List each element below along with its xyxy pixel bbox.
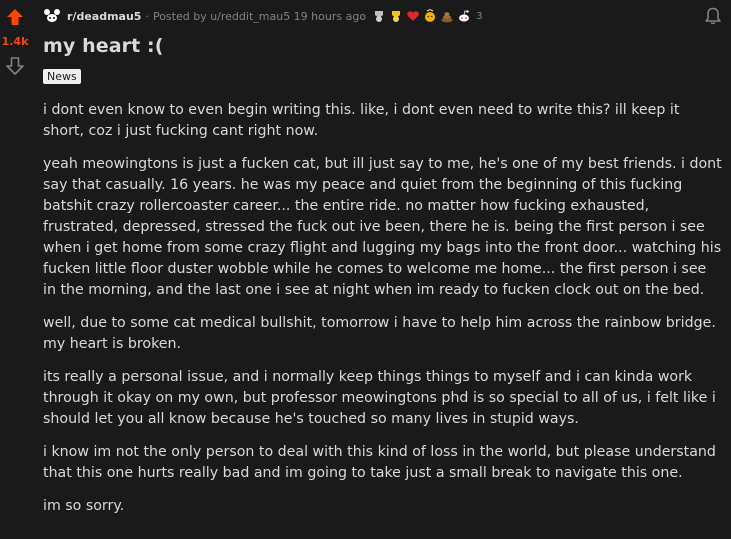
- award-count: 3: [476, 10, 483, 22]
- upvote-button[interactable]: [4, 6, 26, 28]
- vote-score: 1.4k: [1, 35, 29, 48]
- post-paragraph: i know im not the only person to deal wi…: [43, 444, 716, 481]
- downvote-button[interactable]: [4, 55, 26, 77]
- posted-by-text[interactable]: Posted by u/reddit_mau5 19 hours ago: [153, 10, 366, 23]
- post-title[interactable]: my heart :(: [43, 35, 163, 57]
- wholesome-award-icon: [423, 9, 437, 23]
- bell-icon: [705, 7, 721, 25]
- heart-award-icon: [406, 9, 420, 23]
- post-paragraph: its really a personal issue, and i norma…: [43, 369, 716, 427]
- silver-award-icon: [372, 9, 386, 23]
- post-paragraph: yeah meowingtons is just a fucken cat, b…: [43, 156, 722, 298]
- downvote-arrow-icon: [6, 57, 24, 75]
- awards-row[interactable]: 3: [372, 9, 482, 23]
- post-meta: r/deadmau5 · Posted by u/reddit_mau5 19 …: [43, 5, 482, 27]
- gold-award-icon: [389, 9, 403, 23]
- post-body: i dont even know to even begin writing t…: [43, 100, 723, 529]
- subreddit-icon[interactable]: [43, 7, 61, 25]
- poop-award-icon: [440, 9, 454, 23]
- post-paragraph: i dont even know to even begin writing t…: [43, 102, 680, 139]
- upvote-arrow-icon: [7, 9, 23, 25]
- notification-bell-button[interactable]: [703, 6, 723, 26]
- post-flair[interactable]: News: [43, 69, 81, 84]
- subreddit-link[interactable]: r/deadmau5: [67, 10, 141, 23]
- post-paragraph: im so sorry.: [43, 498, 125, 514]
- snoo-award-icon: [457, 9, 471, 23]
- meta-separator: ·: [145, 9, 149, 23]
- post-paragraph: well, due to some cat medical bullshit, …: [43, 315, 716, 352]
